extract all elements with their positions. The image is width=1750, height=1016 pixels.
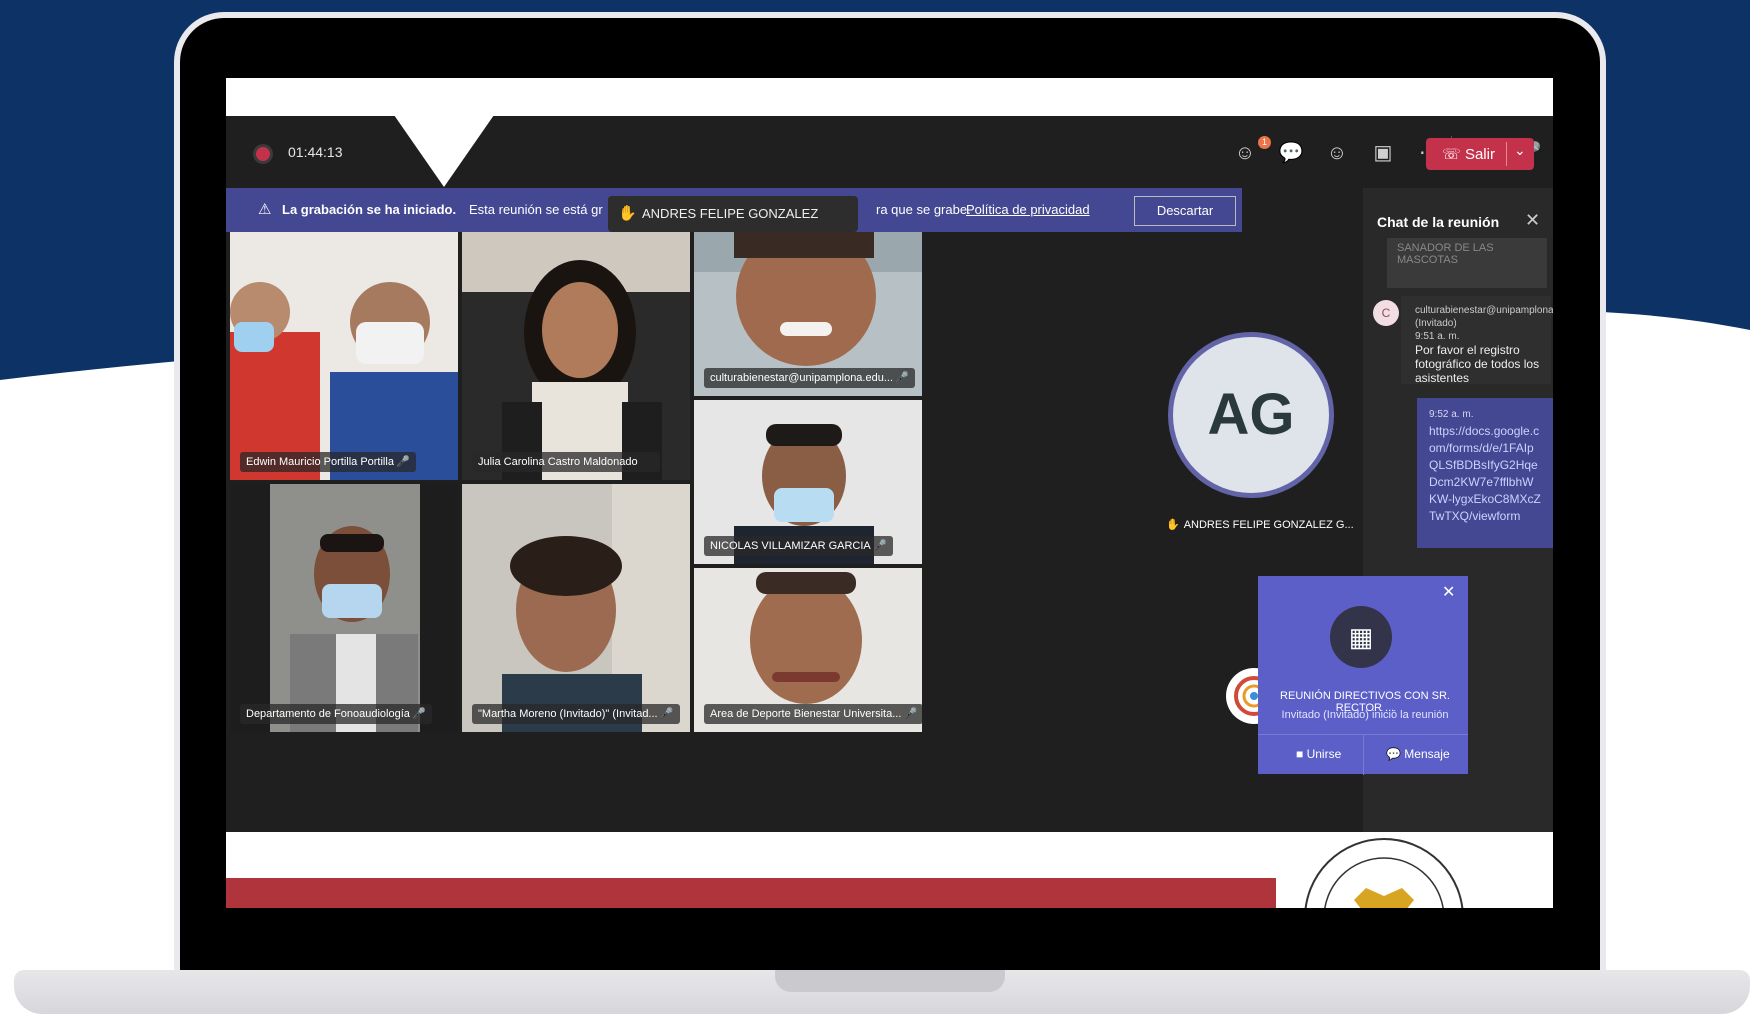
- mic-off-icon: 🎤: [903, 708, 918, 720]
- participant-logo: [1226, 668, 1282, 724]
- video-grid: Edwin Mauricio Portilla Portilla 🎤 Julia …: [226, 232, 1146, 832]
- participant-video: [230, 484, 458, 732]
- raised-hand-notice: ✋ ANDRES FELIPE GONZALEZ GALVIS: [608, 196, 858, 257]
- participant-video: [462, 232, 690, 480]
- participant-name: Departamento de Fonoaudiología 🎤: [240, 704, 432, 724]
- participant-name: culturabienestar@unipamplona.edu... 🎤: [704, 368, 916, 388]
- mic-off-icon: 🎤: [873, 540, 887, 552]
- mic-off-icon: 🎤: [895, 372, 910, 384]
- participant-name: "Martha Moreno (Invitado)" (Invitad... 🎤: [472, 704, 680, 724]
- laptop-notch: [775, 970, 1005, 992]
- meeting-chat-panel: Chat de la reunión ✕: [1363, 188, 1553, 832]
- laptop-screen: 01:44:13 ☺ 1 💬 ☺ ▣ ⋯ 📷 🎤 ⇧ ☏ Salir ⌄ ⚠ L…: [226, 78, 1553, 908]
- participants-icon[interactable]: ☺: [1232, 140, 1258, 166]
- leave-label: ☏ Salir: [1442, 146, 1495, 163]
- mic-off-icon: 🎤: [396, 456, 410, 468]
- chevron-down-icon[interactable]: ⌄: [1514, 142, 1526, 159]
- chat-title: Chat de la reunión: [1377, 214, 1500, 230]
- reactions-icon[interactable]: ☺: [1324, 140, 1350, 166]
- mic-off-icon: 🎤: [659, 708, 674, 720]
- spotlight-avatar-area: AG ✋ ANDRES FELIPE GONZALEZ G...: [1146, 232, 1363, 832]
- participant-video: [462, 484, 690, 732]
- discard-button[interactable]: Descartar: [1134, 196, 1236, 226]
- mic-off-icon: 🎤: [412, 708, 426, 720]
- video-tile[interactable]: NICOLAS VILLAMIZAR GARCIA 🎤: [694, 400, 922, 564]
- leave-button[interactable]: ☏ Salir ⌄: [1426, 138, 1534, 170]
- participants-badge: 1: [1258, 136, 1271, 149]
- banner-text-start: Esta reunión se está gr: [469, 202, 603, 217]
- video-tile[interactable]: "Martha Moreno (Invitado)" (Invitad... 🎤: [462, 484, 690, 732]
- meeting-timer: 01:44:13: [288, 144, 343, 160]
- leave-separator: [1506, 142, 1507, 166]
- share-icon[interactable]: ▣: [1370, 140, 1396, 166]
- speech-bubble-tail: [394, 115, 494, 187]
- video-tile[interactable]: culturabienestar@unipamplona.edu... 🎤: [694, 232, 922, 396]
- chat-icon[interactable]: 💬: [1278, 140, 1304, 166]
- participant-name: Area de Deporte Bienestar Universita... 🎤: [704, 704, 922, 724]
- recording-icon: [256, 147, 270, 161]
- logo-graphic: [1234, 676, 1274, 716]
- warning-icon: ⚠: [258, 201, 272, 218]
- video-tile[interactable]: Edwin Mauricio Portilla Portilla 🎤: [230, 232, 458, 480]
- close-icon[interactable]: ✕: [1525, 210, 1540, 231]
- video-tile[interactable]: Julia Carolina Castro Maldonado: [462, 232, 690, 480]
- avatar[interactable]: AG: [1168, 332, 1334, 498]
- participant-name: NICOLAS VILLAMIZAR GARCIA 🎤: [704, 536, 893, 556]
- teams-meeting-window: 01:44:13 ☺ 1 💬 ☺ ▣ ⋯ 📷 🎤 ⇧ ☏ Salir ⌄ ⚠ L…: [226, 115, 1553, 832]
- participant-name: Julia Carolina Castro Maldonado: [472, 452, 660, 472]
- participant-video: [230, 232, 458, 480]
- raised-hand-icon: ✋: [1166, 519, 1180, 531]
- banner-text-end: ra que se grabe.: [876, 202, 971, 217]
- meeting-toolbar: 01:44:13 ☺ 1 💬 ☺ ▣ ⋯ 📷 🎤 ⇧: [226, 115, 1553, 188]
- participant-name: Edwin Mauricio Portilla Portilla 🎤: [240, 452, 416, 472]
- privacy-link[interactable]: Política de privacidad: [966, 202, 1090, 217]
- video-tile[interactable]: Departamento de Fonoaudiología 🎤: [230, 484, 458, 732]
- banner-bold-text: La grabación se ha iniciado.: [282, 202, 457, 217]
- raised-hand-icon: ✋: [618, 205, 637, 222]
- video-tile[interactable]: Area de Deporte Bienestar Universita... 🎤: [694, 568, 922, 732]
- avatar-name: ✋ ANDRES FELIPE GONZALEZ G...: [1166, 519, 1354, 531]
